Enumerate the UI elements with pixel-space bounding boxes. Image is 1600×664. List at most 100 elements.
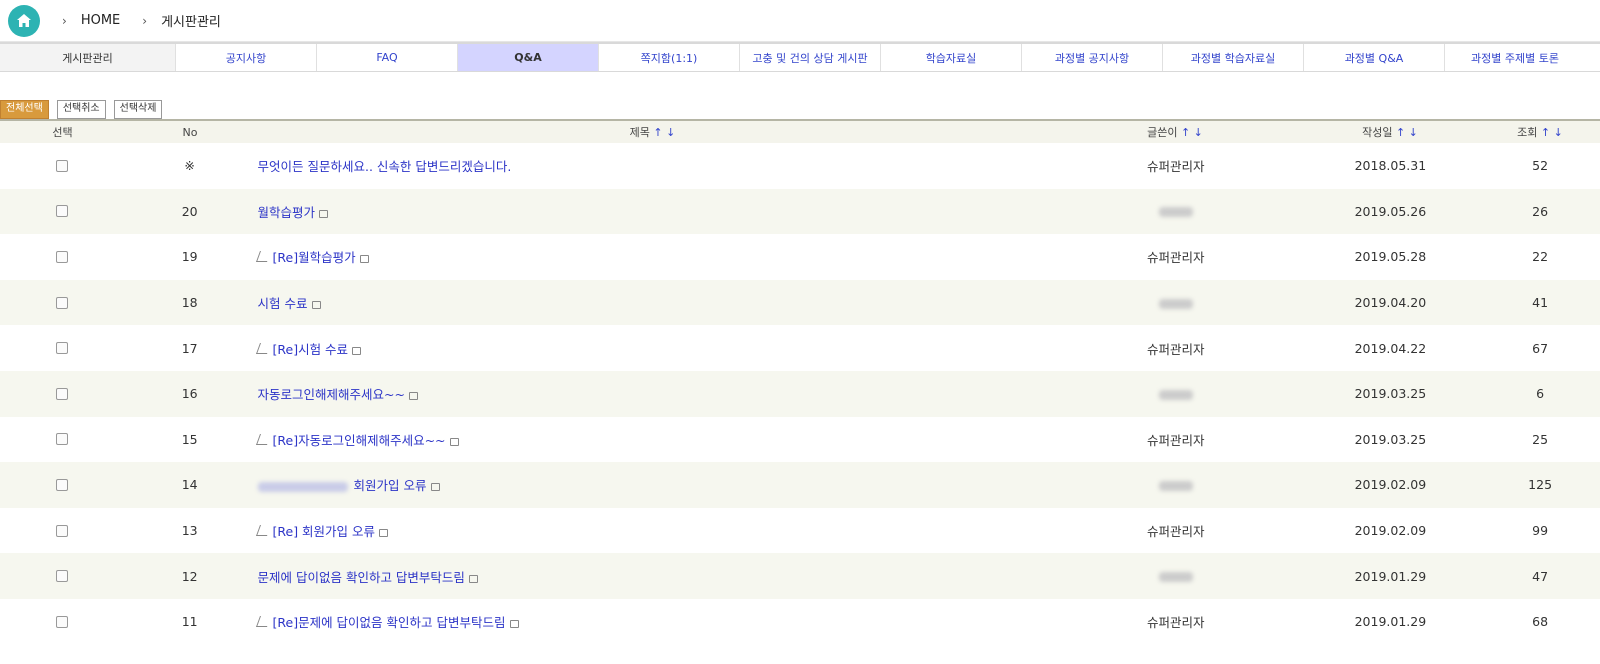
- header-views[interactable]: 조회 ↑ ↓: [1480, 124, 1600, 140]
- tab-notice[interactable]: 공지사항: [176, 44, 317, 71]
- header-writer[interactable]: 글쓴이 ↑ ↓: [1050, 124, 1300, 140]
- tab-course-qna[interactable]: 과정별 Q&A: [1304, 44, 1445, 71]
- table-row: 20 월학습평가 2019.05.26 26: [0, 188, 1600, 235]
- sort-arrows[interactable]: ↑ ↓: [1181, 126, 1203, 139]
- lock-icon: [509, 620, 519, 629]
- table-row: 16 자동로그인해제해주세요~~ 2019.03.25 6: [0, 370, 1600, 417]
- row-title-link[interactable]: 회원가입 오류: [255, 475, 1052, 494]
- row-title-link[interactable]: 월학습평가: [255, 202, 1052, 221]
- header-no: No: [182, 125, 198, 139]
- row-writer: [1051, 477, 1301, 492]
- row-checkbox[interactable]: [56, 433, 69, 446]
- reply-icon: [255, 251, 271, 263]
- tab-course-materials[interactable]: 과정별 학습자료실: [1163, 44, 1304, 71]
- row-title-link[interactable]: 자동로그인해제해주세요~~: [255, 384, 1052, 403]
- row-writer: [1051, 569, 1301, 584]
- redacted-title: [257, 481, 348, 492]
- row-writer: [1051, 386, 1301, 401]
- row-checkbox[interactable]: [56, 250, 69, 263]
- row-views: 47: [1532, 568, 1549, 584]
- breadcrumb-current: 게시판관리: [161, 15, 221, 30]
- home-button[interactable]: [8, 4, 40, 37]
- table-row: 14 회원가입 오류 2019.02.09 125: [0, 462, 1600, 508]
- row-title-link[interactable]: 무엇이든 질문하세요.. 신속한 답변드리겠습니다.: [255, 156, 1052, 175]
- lock-icon: [359, 255, 369, 264]
- row-date: 2019.03.25: [1354, 386, 1427, 402]
- sort-arrows[interactable]: ↑ ↓: [1396, 126, 1418, 139]
- tab-board-management[interactable]: 게시판관리: [0, 44, 176, 71]
- row-views: 99: [1532, 523, 1549, 539]
- lock-icon: [319, 209, 329, 218]
- row-writer: 슈퍼관리자: [1147, 432, 1205, 448]
- table-row: 12 문제에 답이없음 확인하고 답변부탁드림 2019.01.29 47: [0, 553, 1600, 599]
- row-writer: [1051, 295, 1301, 310]
- reply-icon: [255, 616, 271, 628]
- tab-message-box[interactable]: 쪽지함(1:1): [599, 44, 740, 71]
- header-title[interactable]: 제목 ↑ ↓: [255, 124, 1050, 140]
- breadcrumb-home[interactable]: HOME: [81, 13, 120, 28]
- row-no: 12: [181, 568, 198, 584]
- delete-selected-button[interactable]: 선택삭제: [113, 100, 163, 119]
- lock-icon: [352, 346, 362, 355]
- row-checkbox[interactable]: [56, 159, 69, 172]
- list-actions: 전체선택 선택취소 선택삭제: [0, 100, 163, 119]
- table-header: 선택 No 제목 ↑ ↓ 글쓴이 ↑ ↓ 작성일 ↑ ↓ 조회 ↑ ↓: [0, 121, 1600, 143]
- lock-icon: [408, 392, 418, 401]
- row-checkbox[interactable]: [56, 478, 69, 491]
- row-title-link[interactable]: [Re] 회원가입 오류: [255, 521, 1052, 540]
- row-title-link[interactable]: 문제에 답이없음 확인하고 답변부탁드림: [255, 567, 1052, 586]
- row-no: 18: [181, 295, 198, 311]
- row-title-link[interactable]: [Re]자동로그인해제해주세요~~: [255, 430, 1052, 449]
- row-date: 2018.05.31: [1354, 158, 1427, 174]
- row-title-link[interactable]: [Re]문제에 답이없음 확인하고 답변부탁드림: [255, 612, 1052, 631]
- lock-icon: [468, 574, 478, 583]
- row-writer: 슈퍼관리자: [1147, 341, 1205, 357]
- tab-course-notice[interactable]: 과정별 공지사항: [1022, 44, 1163, 71]
- row-views: 22: [1532, 249, 1549, 265]
- row-views: 68: [1532, 614, 1549, 630]
- header-date[interactable]: 작성일 ↑ ↓: [1300, 124, 1480, 140]
- sort-arrows[interactable]: ↑ ↓: [653, 126, 675, 139]
- redacted-writer: [1158, 207, 1193, 218]
- tab-qna[interactable]: Q&A: [458, 44, 599, 71]
- row-views: 25: [1532, 431, 1549, 447]
- table-row: 15 [Re]자동로그인해제해주세요~~ 슈퍼관리자 2019.03.25 25: [0, 417, 1600, 463]
- table-row: ※ 무엇이든 질문하세요.. 신속한 답변드리겠습니다. 슈퍼관리자 2018.…: [0, 143, 1600, 189]
- tab-faq[interactable]: FAQ: [317, 44, 458, 71]
- deselect-button[interactable]: 선택취소: [56, 100, 106, 119]
- table-row: 19 [Re]월학습평가 슈퍼관리자 2019.05.28 22: [0, 234, 1600, 280]
- select-all-button[interactable]: 전체선택: [0, 100, 49, 119]
- row-checkbox[interactable]: [56, 524, 69, 537]
- row-no: 15: [181, 431, 198, 447]
- row-views: 125: [1528, 477, 1553, 493]
- table-row: 18 시험 수료 2019.04.20 41: [0, 279, 1600, 326]
- row-no: 13: [181, 523, 198, 539]
- row-title-link[interactable]: 시험 수료: [255, 293, 1052, 312]
- lock-icon: [379, 529, 389, 538]
- row-checkbox[interactable]: [56, 387, 69, 400]
- sort-arrows[interactable]: ↑ ↓: [1541, 126, 1563, 139]
- tab-grievance-board[interactable]: 고충 및 건의 상담 게시판: [740, 44, 881, 71]
- row-writer: [1051, 204, 1301, 219]
- lock-icon: [449, 437, 459, 446]
- row-checkbox[interactable]: [56, 296, 69, 309]
- tab-course-discussion[interactable]: 과정별 주제별 토론: [1445, 44, 1585, 71]
- qna-table: 선택 No 제목 ↑ ↓ 글쓴이 ↑ ↓ 작성일 ↑ ↓ 조회 ↑ ↓ ※ 무엇…: [0, 119, 1600, 645]
- row-checkbox[interactable]: [56, 615, 69, 628]
- home-icon: [17, 14, 31, 27]
- redacted-writer: [1158, 572, 1193, 583]
- row-title-link[interactable]: [Re]시험 수료: [255, 339, 1052, 358]
- row-title-link[interactable]: [Re]월학습평가: [255, 247, 1052, 266]
- redacted-writer: [1158, 480, 1193, 491]
- row-checkbox[interactable]: [56, 205, 69, 218]
- row-checkbox[interactable]: [56, 570, 69, 583]
- lock-icon: [311, 301, 321, 310]
- tab-study-materials[interactable]: 학습자료실: [881, 44, 1022, 71]
- row-no: 11: [181, 614, 198, 630]
- row-checkbox[interactable]: [56, 342, 69, 355]
- table-row: 13 [Re] 회원가입 오류 슈퍼관리자 2019.02.09 99: [0, 508, 1600, 554]
- row-writer: 슈퍼관리자: [1147, 250, 1205, 266]
- row-writer: 슈퍼관리자: [1147, 524, 1205, 540]
- board-tabs: 게시판관리 공지사항 FAQ Q&A 쪽지함(1:1) 고충 및 건의 상담 게…: [0, 42, 1600, 72]
- row-date: 2019.04.22: [1354, 340, 1427, 356]
